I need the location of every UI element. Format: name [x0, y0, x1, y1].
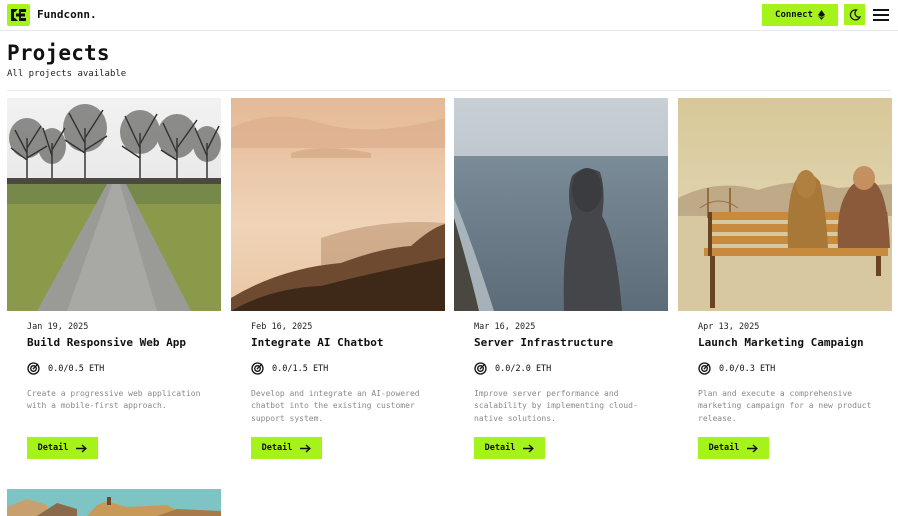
- project-title: Launch Marketing Campaign: [698, 336, 864, 349]
- project-funding: 0.0/1.5 ETH: [251, 362, 328, 375]
- project-card: Apr 13, 2025 Launch Marketing Campaign 0…: [678, 98, 892, 459]
- detail-button-label: Detail: [484, 443, 516, 453]
- funding-amount: 0.0/0.5 ETH: [48, 363, 105, 374]
- project-title: Integrate AI Chatbot: [251, 336, 384, 349]
- detail-button-label: Detail: [261, 443, 293, 453]
- project-image: [7, 98, 221, 311]
- project-title: Server Infrastructure: [474, 336, 614, 349]
- project-image: [678, 98, 892, 311]
- project-image: [7, 489, 221, 516]
- ethereum-icon: [817, 10, 825, 20]
- project-image: [454, 98, 668, 311]
- project-description: Plan and execute a comprehensive marketi…: [698, 389, 872, 423]
- page-title: Projects: [7, 41, 110, 65]
- arrow-right-icon: [747, 443, 759, 453]
- project-date: Mar 16, 2025: [474, 322, 536, 332]
- arrow-right-icon: [300, 443, 312, 453]
- project-description: Create a progressive web application wit…: [27, 389, 201, 411]
- target-icon: [698, 362, 711, 375]
- detail-button[interactable]: Detail: [251, 437, 322, 459]
- project-card: Mar 16, 2025 Server Infrastructure 0.0/2…: [454, 98, 668, 459]
- project-description: Improve server performance and scalabili…: [474, 389, 638, 423]
- project-date: Feb 16, 2025: [251, 322, 313, 332]
- arrow-right-icon: [76, 443, 88, 453]
- funding-amount: 0.0/1.5 ETH: [272, 363, 329, 374]
- detail-button[interactable]: Detail: [474, 437, 545, 459]
- divider: [7, 90, 891, 91]
- project-card: [7, 489, 221, 516]
- theme-toggle-button[interactable]: [844, 4, 865, 25]
- project-image: [231, 98, 445, 311]
- funding-amount: 0.0/2.0 ETH: [495, 363, 552, 374]
- project-funding: 0.0/2.0 ETH: [474, 362, 551, 375]
- fundconn-logo-icon[interactable]: [7, 4, 30, 26]
- project-title: Build Responsive Web App: [27, 336, 186, 349]
- project-description: Develop and integrate an AI-powered chat…: [251, 389, 420, 423]
- top-navbar: Fundconn. Connect: [0, 0, 898, 31]
- detail-button-label: Detail: [708, 443, 740, 453]
- connect-button-label: Connect: [775, 10, 813, 20]
- brand-name[interactable]: Fundconn.: [37, 8, 97, 21]
- moon-icon: [849, 8, 861, 21]
- page-subtitle: All projects available: [7, 69, 127, 79]
- project-date: Apr 13, 2025: [698, 322, 760, 332]
- funding-amount: 0.0/0.3 ETH: [719, 363, 776, 374]
- target-icon: [474, 362, 487, 375]
- detail-button-label: Detail: [37, 443, 69, 453]
- project-card: Feb 16, 2025 Integrate AI Chatbot 0.0/1.…: [231, 98, 445, 459]
- detail-button[interactable]: Detail: [27, 437, 98, 459]
- hamburger-menu-icon[interactable]: [872, 6, 890, 24]
- connect-wallet-button[interactable]: Connect: [762, 4, 838, 26]
- target-icon: [27, 362, 40, 375]
- arrow-right-icon: [523, 443, 535, 453]
- project-card: Jan 19, 2025 Build Responsive Web App 0.…: [7, 98, 221, 459]
- project-funding: 0.0/0.5 ETH: [27, 362, 104, 375]
- detail-button[interactable]: Detail: [698, 437, 769, 459]
- project-date: Jan 19, 2025: [27, 322, 89, 332]
- project-funding: 0.0/0.3 ETH: [698, 362, 775, 375]
- target-icon: [251, 362, 264, 375]
